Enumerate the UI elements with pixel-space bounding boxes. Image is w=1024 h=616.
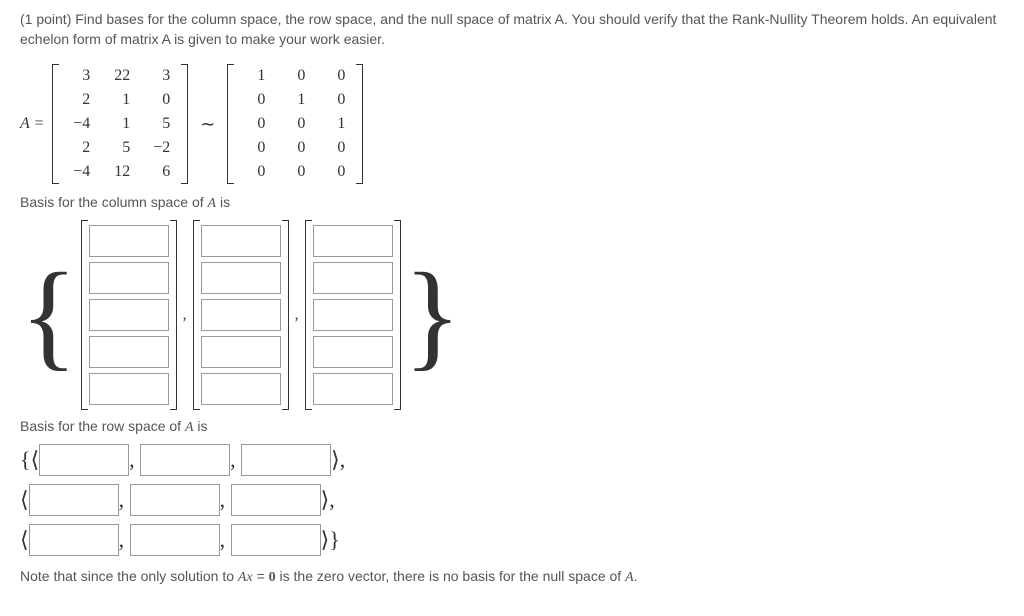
row2-entry1[interactable] xyxy=(29,484,119,516)
col-vector-2 xyxy=(193,220,289,410)
null-space-note: Note that since the only solution to Ax … xyxy=(20,568,1004,586)
row-vector-3: ⟨ , , ⟩ } xyxy=(20,524,1004,556)
col3-entry2[interactable] xyxy=(313,262,393,294)
col3-entry5[interactable] xyxy=(313,373,393,405)
col2-entry2[interactable] xyxy=(201,262,281,294)
row-space-label: Basis for the row space of A is xyxy=(20,418,1004,436)
row1-entry2[interactable] xyxy=(140,444,230,476)
col-vector-1 xyxy=(81,220,177,410)
row1-entry1[interactable] xyxy=(39,444,129,476)
col2-entry5[interactable] xyxy=(201,373,281,405)
open-brace-icon: { xyxy=(20,255,78,375)
col1-entry3[interactable] xyxy=(89,299,169,331)
col3-entry3[interactable] xyxy=(313,299,393,331)
col1-entry1[interactable] xyxy=(89,225,169,257)
col2-entry4[interactable] xyxy=(201,336,281,368)
col-space-label: Basis for the column space of A is xyxy=(20,194,1004,212)
col2-entry3[interactable] xyxy=(201,299,281,331)
tilde-symbol: ∼ xyxy=(200,114,215,135)
col-space-basis: { , , } xyxy=(20,220,1004,410)
problem-statement: (1 point) Find bases for the column spac… xyxy=(20,10,1004,49)
col3-entry4[interactable] xyxy=(313,336,393,368)
points-label: (1 point) xyxy=(20,11,71,27)
col1-entry4[interactable] xyxy=(89,336,169,368)
col1-entry5[interactable] xyxy=(89,373,169,405)
col2-entry1[interactable] xyxy=(201,225,281,257)
row-vector-1: { ⟨ , , ⟩ , xyxy=(20,444,1004,476)
problem-text-content: Find bases for the column space, the row… xyxy=(20,11,996,47)
matrix-A: 3223 210 −415 25−2 −4126 xyxy=(52,64,188,184)
row-vector-2: ⟨ , , ⟩ , xyxy=(20,484,1004,516)
row3-entry2[interactable] xyxy=(130,524,220,556)
matrix-equation: A = 3223 210 −415 25−2 −4126 ∼ 100 010 0… xyxy=(20,64,1004,184)
col-vector-3 xyxy=(305,220,401,410)
row3-entry3[interactable] xyxy=(231,524,321,556)
close-brace-icon: } xyxy=(404,255,462,375)
row2-entry2[interactable] xyxy=(130,484,220,516)
matrix-A-label: A = xyxy=(20,115,44,133)
row2-entry3[interactable] xyxy=(231,484,321,516)
col3-entry1[interactable] xyxy=(313,225,393,257)
matrix-echelon: 100 010 001 000 000 xyxy=(227,64,363,184)
row1-entry3[interactable] xyxy=(241,444,331,476)
col1-entry2[interactable] xyxy=(89,262,169,294)
row3-entry1[interactable] xyxy=(29,524,119,556)
